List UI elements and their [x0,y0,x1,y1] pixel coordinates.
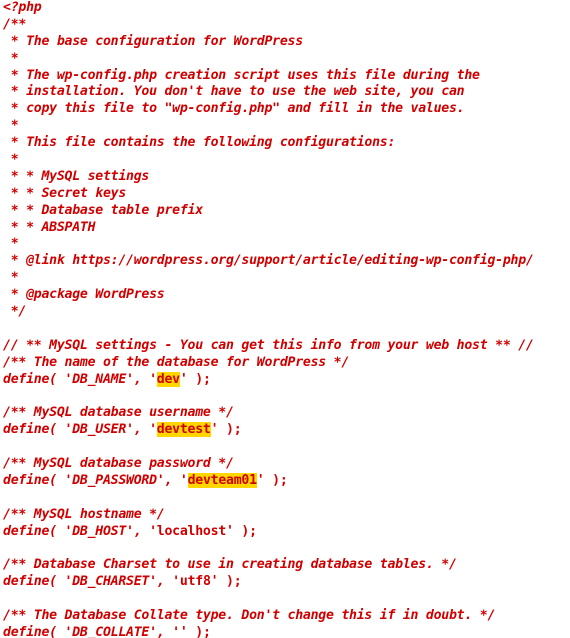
code-comment: /** [3,16,27,32]
code-line: */ [3,304,570,321]
code-line: define( 'DB_NAME', 'dev' ); [3,371,570,389]
code-comment: * @link https://wordpress.org/support/ar… [3,253,534,269]
code-line: define( 'DB_PASSWORD', 'devteam01' ); [3,472,570,490]
code-line: * [3,152,570,169]
highlighted-define-value: devtest [156,422,211,438]
code-line: /** MySQL database password */ [3,456,570,473]
define-value: localhost [156,523,227,539]
code-comment: <?php [3,0,42,15]
code-line: * * MySQL settings [3,169,570,186]
define-statement-prefix: define( 'DB_NAME', ' [3,371,157,387]
define-statement-prefix: define( 'DB_COLLATE', ' [3,624,180,638]
code-comment: * * Secret keys [3,185,127,201]
code-line: * The base configuration for WordPress [3,34,570,51]
define-value: utf8 [179,574,211,590]
code-comment: /** MySQL database password */ [3,456,234,472]
code-comment: // ** MySQL settings - You can get this … [3,337,534,353]
code-line: define( 'DB_CHARSET', 'utf8' ); [3,574,570,591]
code-editor[interactable]: <?php/** * The base configuration for Wo… [0,0,570,638]
code-comment: /** Database Charset to use in creating … [3,557,457,573]
define-statement-suffix: ' ); [256,472,288,488]
code-comment: * installation. You don't have to use th… [3,84,465,100]
code-line: * * Database table prefix [3,203,570,220]
code-comment: * [3,50,19,66]
code-comment: * The base configuration for WordPress [3,33,303,49]
code-line: * This file contains the following confi… [3,135,570,152]
define-statement-suffix: ' ); [179,371,211,387]
code-comment: * [3,118,19,134]
code-comment: * [3,270,19,286]
define-statement-suffix: ' ); [210,422,242,438]
code-comment: * * ABSPATH [3,219,96,235]
code-comment: * The wp-config.php creation script uses… [3,67,480,83]
code-line: define( 'DB_USER', 'devtest' ); [3,422,570,439]
code-line: define( 'DB_COLLATE', '' ); [3,625,570,638]
highlighted-define-value: devteam01 [187,472,257,488]
code-line: * [3,236,570,253]
code-comment: * [3,152,19,168]
define-statement-prefix: define( 'DB_HOST', ' [3,523,157,539]
code-line: /** MySQL database username */ [3,405,570,422]
code-comment: /** The Database Collate type. Don't cha… [3,608,496,624]
code-comment: */ [3,304,27,320]
code-comment: * @package WordPress [3,287,165,303]
code-line: /** The name of the database for WordPre… [3,355,570,372]
code-comment: * copy this file to "wp-config.php" and … [3,101,465,117]
code-line: /** The Database Collate type. Don't cha… [3,608,570,625]
code-comment: * [3,236,19,252]
code-line: * * Secret keys [3,186,570,203]
define-statement-suffix: ' ); [179,624,211,638]
code-line: * @link https://wordpress.org/support/ar… [3,253,570,270]
code-line: * copy this file to "wp-config.php" and … [3,101,570,118]
define-statement-suffix: ' ); [210,574,242,590]
code-line: define( 'DB_HOST', 'localhost' ); [3,524,570,541]
code-line: * * ABSPATH [3,220,570,237]
code-comment: /** MySQL database username */ [3,405,234,421]
highlighted-define-value: dev [156,371,180,387]
define-statement-prefix: define( 'DB_USER', ' [3,422,157,438]
code-line: <?php [3,0,570,17]
code-comment: * This file contains the following confi… [3,135,396,151]
code-comment: * * MySQL settings [3,168,150,184]
define-statement-prefix: define( 'DB_PASSWORD', ' [3,472,188,488]
code-line: /** [3,17,570,34]
code-line: * [3,51,570,68]
code-line: * [3,270,570,287]
code-line: * The wp-config.php creation script uses… [3,68,570,85]
define-statement-suffix: ' ); [226,523,257,539]
code-line: * [3,118,570,135]
code-comment: /** The name of the database for WordPre… [3,354,350,370]
code-comment: /** MySQL hostname */ [3,506,165,522]
code-comment: * * Database table prefix [3,202,203,218]
code-line: /** MySQL hostname */ [3,507,570,524]
code-line: /** Database Charset to use in creating … [3,557,570,574]
code-line: * @package WordPress [3,287,570,304]
code-line: * installation. You don't have to use th… [3,84,570,101]
code-line: // ** MySQL settings - You can get this … [3,338,570,355]
define-statement-prefix: define( 'DB_CHARSET', ' [3,574,180,590]
